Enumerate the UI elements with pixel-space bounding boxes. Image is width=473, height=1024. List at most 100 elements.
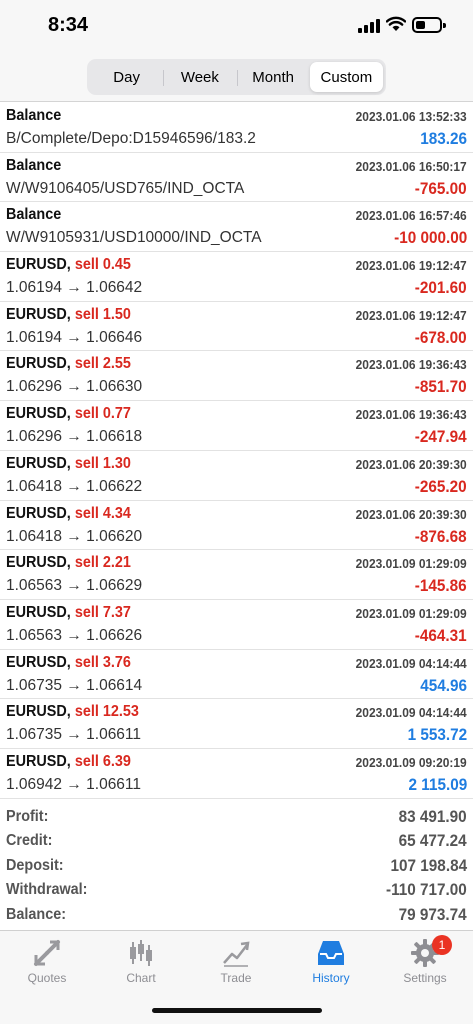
deal-row[interactable]: EURUSD, sell 2.55 1.06296 → 1.06630 2023.0… [0,351,473,402]
deal-row[interactable]: EURUSD, sell 0.77 1.06296 → 1.06618 2023.0… [0,401,473,451]
deal-detail: 1.06194 → 1.06646 [6,328,143,346]
deal-title: EURUSD, sell 2.55 [6,355,131,373]
deal-detail: W/W9106405/USD765/IND_OCTA [6,179,245,197]
chart-icon [130,940,152,966]
deal-amount: -247.94 [415,427,467,447]
status-time: 8:34 [48,14,89,36]
deal-detail: W/W9105931/USD10000/IND_OCTA [6,229,262,247]
deal-side: sell 2.55 [74,355,131,373]
deal-side: sell 7.37 [74,603,131,621]
deal-row[interactable]: EURUSD, sell 12.53 1.06735 → 1.06611 2023.… [0,699,473,749]
deal-detail: 1.06563 → 1.06629 [6,577,143,595]
deal-symbol: EURUSD, [6,653,71,671]
deal-amount: 1 553.72 [407,725,467,745]
tab-quotes[interactable]: Quotes [0,931,94,995]
deal-row[interactable]: EURUSD, sell 4.34 1.06418 → 1.06620 2023.0… [0,501,473,551]
deal-side: sell 1.50 [74,305,131,323]
deal-row[interactable]: EURUSD, sell 7.37 1.06563 → 1.06626 2023.0… [0,600,473,650]
tab-settings[interactable]: 1 Settings [378,931,472,995]
deal-detail: 1.06942 → 1.06611 [6,775,142,793]
deal-side: sell 6.39 [74,752,131,770]
deal-time: 2023.01.06 16:57:46 [355,208,467,224]
deal-amount: -876.68 [415,526,467,546]
deal-detail: 1.06296 → 1.06630 [6,378,143,396]
deal-side: sell 1.30 [74,454,131,472]
deal-amount: -201.60 [415,278,467,298]
summary-label: Credit: [6,832,53,850]
deal-row[interactable]: EURUSD, sell 2.21 1.06563 → 1.06629 2023.0… [0,550,473,600]
tab-history[interactable]: History [284,931,378,995]
deal-time: 2023.01.06 19:12:47 [355,307,467,323]
segment-custom[interactable]: Custom [309,62,383,92]
summary-section: Profit: 83 491.90 Credit: 65 477.24 Depo… [0,802,473,928]
deal-time: 2023.01.06 20:39:30 [355,456,467,472]
deal-amount: -265.20 [415,476,467,496]
period-segmented-control: Day Week Month Custom [87,59,386,95]
deal-row[interactable]: Balance W/W9106405/USD765/IND_OCTA 2023.01… [0,153,473,203]
summary-value: 79 973.74 [398,904,467,924]
summary-balance: Balance: 79 973.74 [0,904,473,928]
deal-side: sell 3.76 [74,653,131,671]
deal-title: EURUSD, sell 6.39 [6,753,131,771]
segment-week[interactable]: Week [163,62,236,92]
deal-time: 2023.01.06 19:36:43 [355,407,467,423]
deal-row[interactable]: EURUSD, sell 1.30 1.06418 → 1.06622 2023.0… [0,451,473,501]
deal-side: sell 2.21 [74,554,131,572]
segment-day[interactable]: Day [90,62,163,92]
tab-chart[interactable]: Chart [94,931,188,995]
deal-detail: 1.06735 → 1.06614 [6,676,143,694]
tab-trade[interactable]: Trade [189,931,283,995]
deal-row[interactable]: Balance B/Complete/Depo:D15946596/183.2 20… [0,103,473,153]
deal-row[interactable]: EURUSD, sell 6.39 1.06942 → 1.06611 2023.0… [0,749,473,799]
deals-list: Balance B/Complete/Depo:D15946596/183.2 20… [0,103,473,799]
deal-row[interactable]: EURUSD, sell 0.45 1.06194 → 1.06642 2023.0… [0,252,473,302]
deal-detail: 1.06296 → 1.06618 [6,428,143,446]
history-icon [318,941,344,965]
deal-symbol: EURUSD, [6,554,71,572]
deal-time: 2023.01.06 19:12:47 [355,258,467,274]
deal-side: sell 4.34 [74,504,131,522]
summary-credit: Credit: 65 477.24 [0,830,473,854]
deal-time: 2023.01.09 04:14:44 [355,705,467,721]
deal-detail: 1.06418 → 1.06622 [6,477,143,495]
deal-symbol: EURUSD, [6,703,71,721]
tab-label: Chart [126,971,156,985]
tab-label: History [312,971,350,985]
summary-value: 65 477.24 [398,831,467,851]
deal-side: sell 12.53 [74,703,139,721]
deal-detail: 1.06735 → 1.06611 [6,726,142,744]
deal-symbol: EURUSD, [6,504,71,522]
deal-time: 2023.01.06 13:52:33 [355,109,467,124]
deal-row[interactable]: EURUSD, sell 1.50 1.06194 → 1.06646 2023.0… [0,302,473,352]
deal-symbol: EURUSD, [6,305,71,323]
deal-title: Balance [6,156,62,174]
trade-icon [223,941,250,967]
battery-icon [412,17,446,33]
deal-symbol: EURUSD, [6,603,71,621]
deal-row[interactable]: EURUSD, sell 3.76 1.06735 → 1.06614 2023.0… [0,650,473,700]
deal-symbol: EURUSD, [6,405,71,423]
home-indicator [152,1008,322,1013]
deal-amount: 2 115.09 [408,774,467,794]
deal-time: 2023.01.09 04:14:44 [355,655,467,671]
deal-amount: -678.00 [415,327,467,347]
deal-title: EURUSD, sell 0.45 [6,256,131,274]
deal-title: EURUSD, sell 1.30 [6,455,131,473]
deal-title: Balance [6,107,62,124]
deal-amount: -765.00 [415,178,467,198]
deal-row[interactable]: Balance W/W9105931/USD10000/IND_OCTA 2023.… [0,202,473,253]
summary-label: Balance: [6,905,67,923]
deal-side: sell 0.77 [74,405,131,423]
deal-amount: -145.86 [415,576,467,596]
deal-detail: B/Complete/Depo:D15946596/183.2 [6,130,256,147]
deal-amount: 183.26 [420,129,467,148]
deal-title: EURUSD, sell 1.50 [6,306,131,324]
deal-amount: -10 000.00 [393,228,467,248]
summary-value: -110 717.00 [386,880,467,900]
summary-value: 107 198.84 [390,855,467,875]
tab-label: Settings [403,971,447,985]
segment-month[interactable]: Month [236,62,310,92]
deal-time: 2023.01.06 19:36:43 [355,357,467,373]
deal-symbol: EURUSD, [6,752,71,770]
deal-amount: -464.31 [415,625,467,645]
